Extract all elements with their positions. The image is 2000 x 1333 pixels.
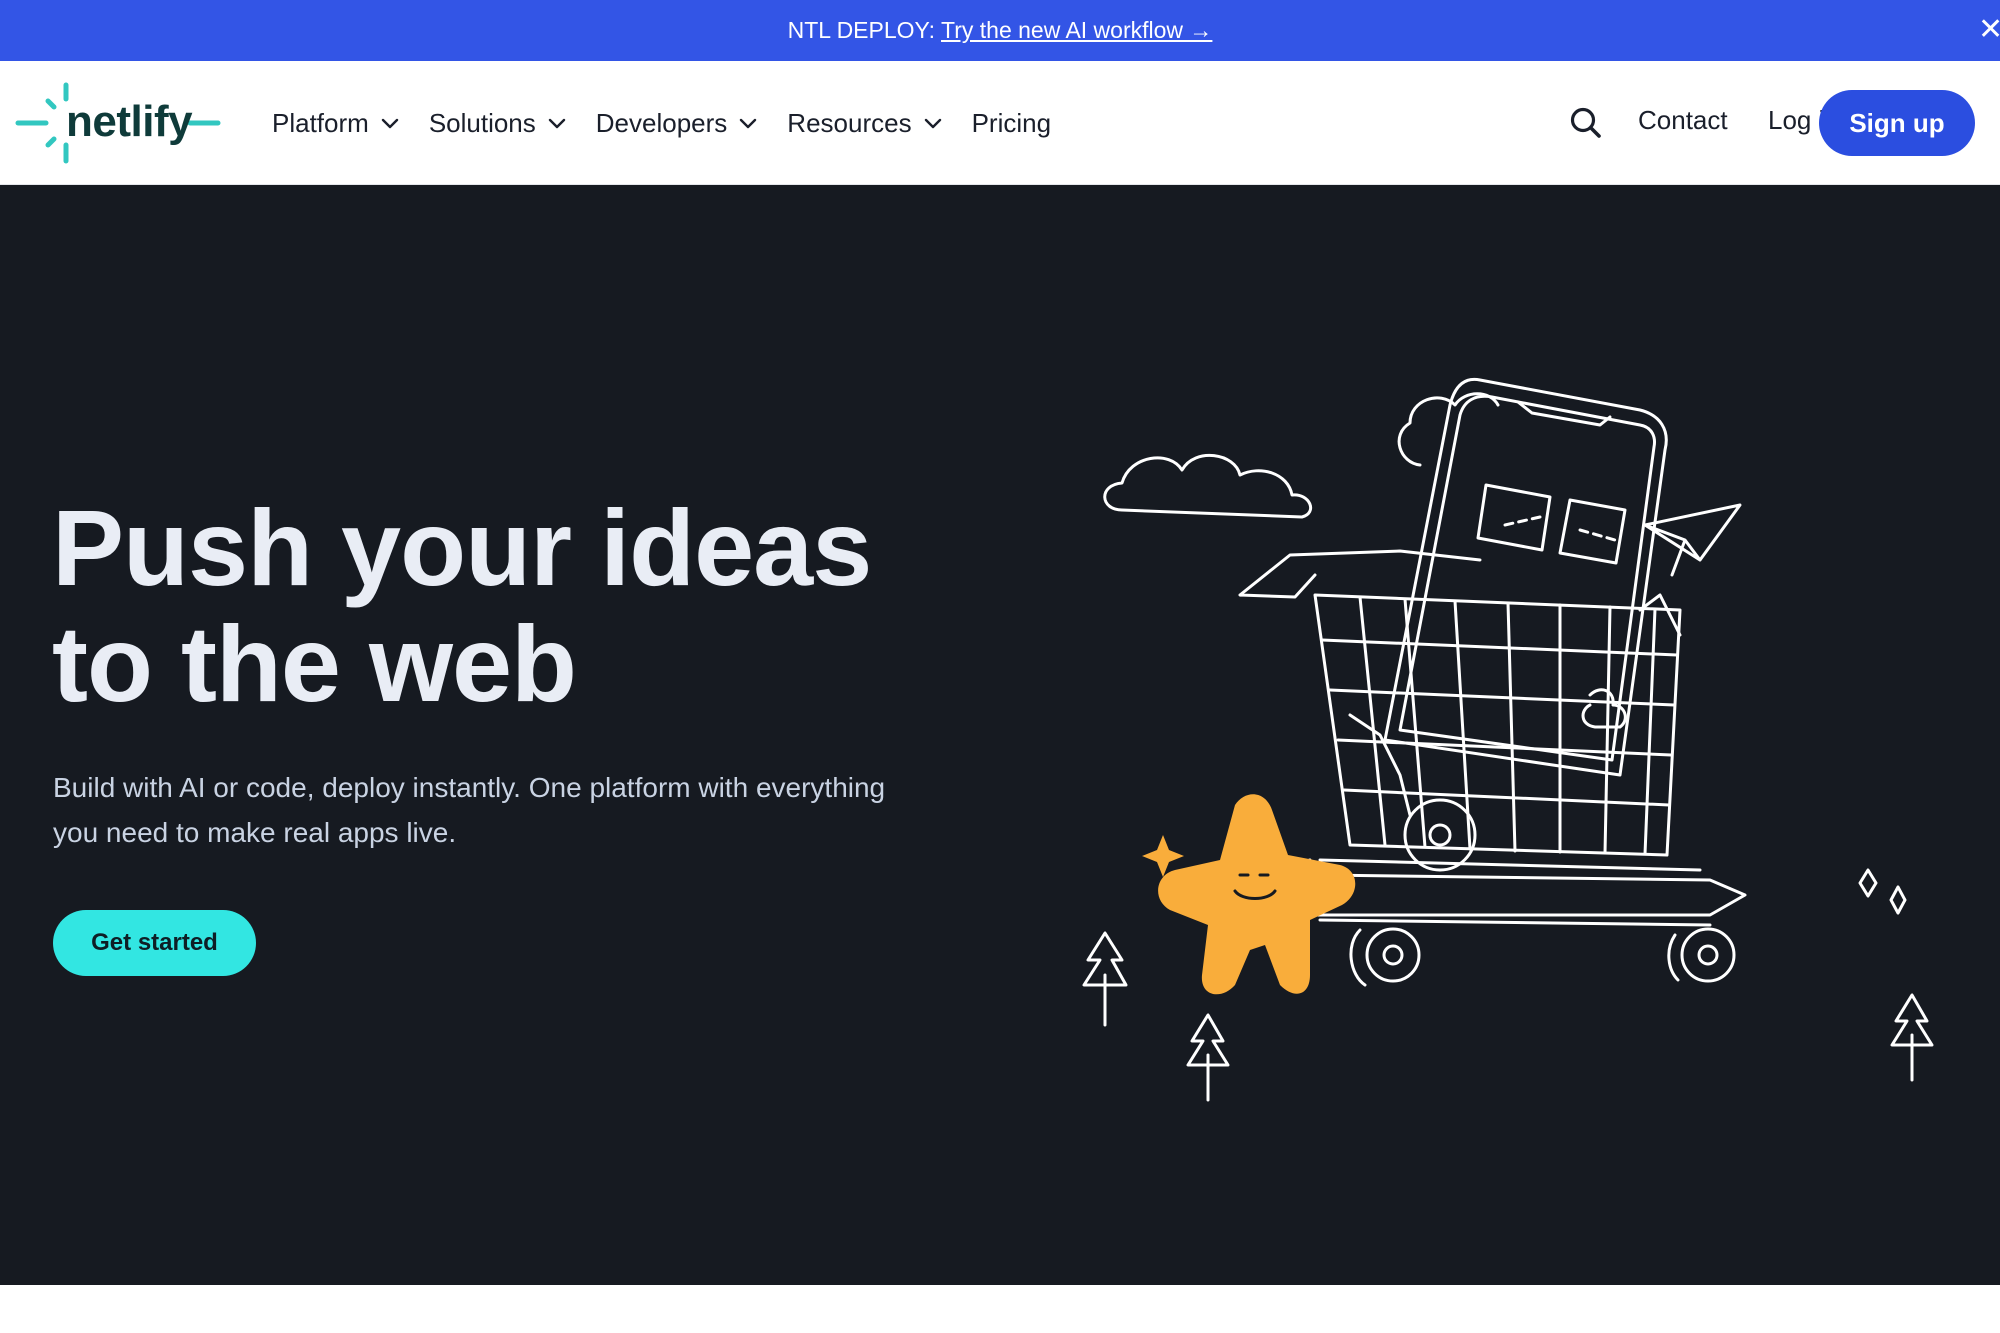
wheel-icon <box>1365 927 1421 983</box>
nav-item-solutions[interactable]: Solutions <box>429 101 568 145</box>
hero-subtitle-line: you need to make real apps live. <box>53 817 457 848</box>
hero-subtitle: Build with AI or code, deploy instantly.… <box>53 765 1013 855</box>
chevron-down-icon <box>548 118 565 129</box>
hero-title: Push your ideas to the web <box>52 490 952 722</box>
chevron-down-icon <box>740 118 757 129</box>
nav-item-label: Solutions <box>428 107 536 138</box>
mascot-icon <box>1142 794 1356 995</box>
nav-item-platform[interactable]: Platform <box>272 101 401 145</box>
shopping-cart-illustration <box>1082 377 1934 1102</box>
nav-item-label: Developers <box>595 107 728 138</box>
announcement-link[interactable]: Try the new AI workflow → <box>941 17 1212 44</box>
signup-button[interactable]: Sign up <box>1819 90 1975 156</box>
close-icon[interactable]: ✕ <box>1978 14 2000 46</box>
tree-icon <box>1186 1013 1230 1102</box>
wheel-icon <box>1680 927 1736 983</box>
announcement-prefix: NTL DEPLOY: <box>787 17 936 43</box>
tree-icon <box>1890 993 1934 1082</box>
search-icon[interactable] <box>1566 103 1606 143</box>
hero-section: Push your ideas to the web Build with AI… <box>0 185 2000 1285</box>
nav-item-pricing[interactable]: Pricing <box>972 101 1051 145</box>
chevron-down-icon <box>381 118 399 129</box>
hero-title-line: Push your ideas <box>52 487 872 608</box>
cloud-icon <box>1397 392 1500 467</box>
nav-item-label: Pricing <box>971 107 1052 138</box>
main-nav: Platform Solutions Developers Resources … <box>272 101 1079 145</box>
contact-link[interactable]: Contact <box>1638 105 1728 136</box>
nav-item-label: Resources <box>787 107 912 138</box>
hero-subtitle-line: Build with AI or code, deploy instantly.… <box>53 772 886 803</box>
tree-icon <box>1082 931 1128 1027</box>
cart-icon <box>1313 593 1682 857</box>
nav-item-developers[interactable]: Developers <box>596 101 760 145</box>
netlify-logo[interactable]: netlify <box>14 81 224 165</box>
page-below-fold <box>0 1285 2000 1333</box>
hero-title-line: to the web <box>52 603 577 724</box>
chevron-down-icon <box>924 118 941 129</box>
cloud-icon <box>1103 453 1313 519</box>
announcement-bar: NTL DEPLOY: Try the new AI workflow → ✕ <box>0 0 2000 61</box>
nav-item-label: Platform <box>272 107 369 138</box>
sparkle-icon <box>1858 868 1878 898</box>
nav-item-resources[interactable]: Resources <box>787 101 943 145</box>
get-started-button[interactable]: Get started <box>53 910 256 976</box>
sparkle-icon <box>1889 885 1907 915</box>
site-header: netlify Platform Solutions Developers Re… <box>0 61 2000 185</box>
logo-text: netlify <box>66 97 193 146</box>
paper-plane-icon <box>1643 503 1742 577</box>
